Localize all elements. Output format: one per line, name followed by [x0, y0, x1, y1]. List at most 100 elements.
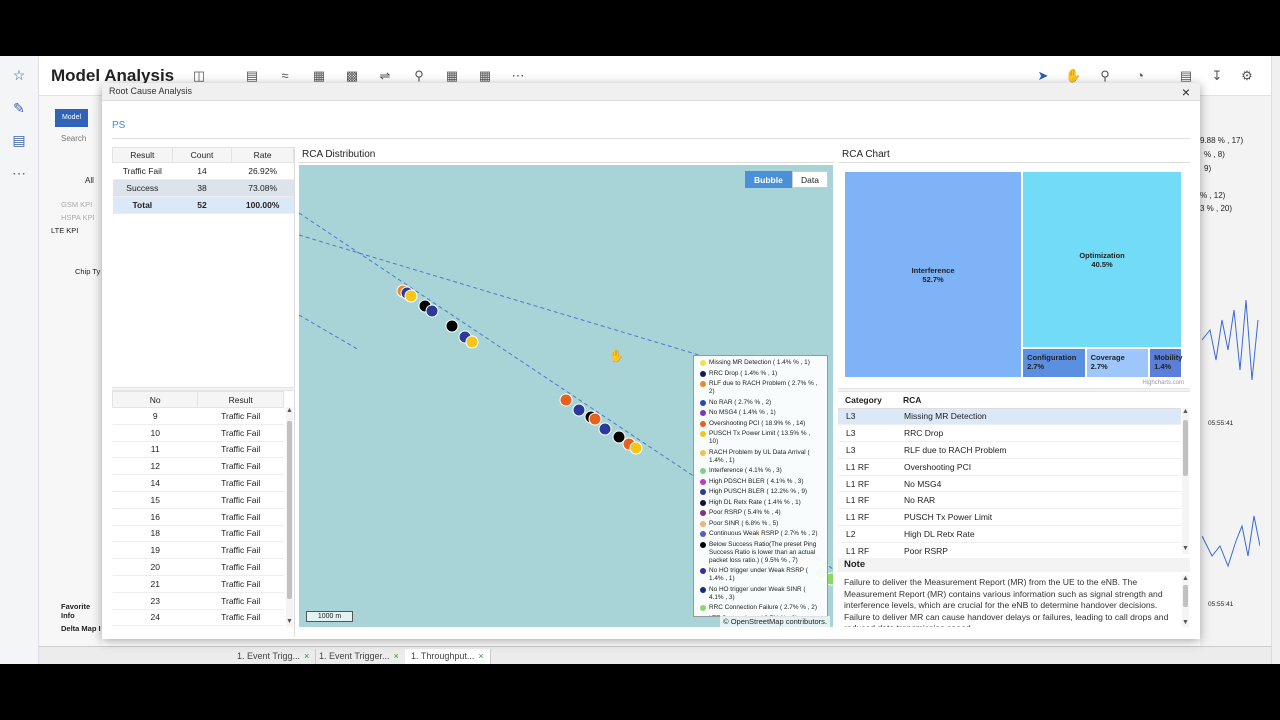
- column-header[interactable]: Category: [838, 393, 896, 409]
- legend-item[interactable]: Poor SINR ( 6.8% % , 5): [700, 520, 821, 528]
- table-icon[interactable]: ▦: [444, 68, 460, 84]
- legend-item[interactable]: Below Success Ratio(The preset Ping Succ…: [700, 541, 821, 565]
- column-header[interactable]: Count: [171, 147, 233, 163]
- tree-item[interactable]: GSM KPI: [61, 200, 92, 209]
- cursor-icon[interactable]: ➤: [1035, 68, 1051, 84]
- list-row[interactable]: 11 Traffic Fail: [112, 441, 284, 459]
- rca-row[interactable]: L1 RF No MSG4: [838, 475, 1181, 493]
- zoom-icon[interactable]: ⚲: [1097, 68, 1113, 84]
- table-row[interactable]: Traffic Fail 14 26.92%: [112, 162, 294, 180]
- tree-item[interactable]: LTE KPI: [51, 226, 78, 235]
- tab-event-trigger-2[interactable]: 1. Event Trigger... ×: [313, 649, 406, 664]
- column-header[interactable]: No: [111, 391, 199, 408]
- rca-row[interactable]: L3 Missing MR Detection: [838, 408, 1181, 426]
- legend-item[interactable]: Interference ( 4.1% % , 3): [700, 467, 821, 475]
- shuffle-icon[interactable]: ⇌: [377, 68, 393, 84]
- tab-ps[interactable]: PS: [112, 120, 125, 131]
- more-icon[interactable]: ⋯: [510, 68, 526, 84]
- scroll-thumb[interactable]: [287, 421, 292, 599]
- scroll-up-icon[interactable]: ▲: [1182, 575, 1189, 582]
- list-row[interactable]: 15 Traffic Fail: [112, 491, 284, 509]
- legend-item[interactable]: Overshooting PCI ( 18.9% % , 14): [700, 420, 821, 428]
- pie-icon[interactable]: ◔: [1132, 68, 1148, 84]
- list-row[interactable]: 10 Traffic Fail: [112, 424, 284, 442]
- data-button[interactable]: Data: [792, 171, 828, 188]
- column-header[interactable]: Result: [197, 391, 284, 408]
- scroll-up-icon[interactable]: ▲: [1182, 408, 1189, 415]
- map-attribution[interactable]: © OpenStreetMap contributors.: [720, 616, 830, 627]
- list-row[interactable]: 16 Traffic Fail: [112, 508, 284, 526]
- rca-row[interactable]: L1 RF Poor RSRP: [838, 542, 1181, 560]
- window-scrollbar[interactable]: [1271, 56, 1280, 664]
- list-row[interactable]: 20 Traffic Fail: [112, 558, 284, 576]
- legend-item[interactable]: PUSCH Tx Power Limit ( 13.5% % , 10): [700, 430, 821, 446]
- legend-item[interactable]: RRC Connection Failure ( 2.7% % , 2): [700, 604, 821, 612]
- list-row[interactable]: 21 Traffic Fail: [112, 575, 284, 593]
- list-row[interactable]: 18 Traffic Fail: [112, 525, 284, 543]
- legend-item[interactable]: No HO trigger under Weak RSRP ( 1.4% , 1…: [700, 567, 821, 583]
- rca-row[interactable]: L3 RLF due to RACH Problem: [838, 441, 1181, 459]
- rca-row[interactable]: L1 RF No RAR: [838, 491, 1181, 510]
- legend-item[interactable]: High PDSCH BLER ( 4.1% % , 3): [700, 478, 821, 486]
- legend-item[interactable]: Continuous Weak RSRP ( 2.7% % , 2): [700, 530, 821, 538]
- tree-item[interactable]: HSPA KPI: [61, 213, 95, 222]
- rca-row[interactable]: L1 RF Overshooting PCI: [838, 458, 1181, 476]
- treemap-cell-coverage[interactable]: Coverage 2.7%: [1085, 348, 1150, 378]
- list-row[interactable]: 9 Traffic Fail: [112, 407, 284, 425]
- list-scrollbar[interactable]: ▲ ▼: [286, 407, 293, 627]
- network-icon[interactable]: ⚲: [411, 68, 427, 84]
- chart-icon[interactable]: ≈: [277, 68, 293, 84]
- legend-item[interactable]: Poor RSRP ( 5.4% % , 4): [700, 509, 821, 517]
- delta-map[interactable]: Delta Map I: [61, 624, 101, 633]
- splitter[interactable]: [838, 388, 1190, 392]
- note-scrollbar[interactable]: ▲ ▼: [1182, 575, 1189, 627]
- bubble-button[interactable]: Bubble: [745, 171, 792, 188]
- treemap-cell-optimization[interactable]: Optimization 40.5%: [1022, 171, 1182, 348]
- more-icon[interactable]: ⋯: [10, 164, 28, 182]
- rca-row[interactable]: L2 High DL Retx Rate: [838, 525, 1181, 543]
- legend-item[interactable]: No MSG4 ( 1.4% % , 1): [700, 409, 821, 417]
- column-header[interactable]: Rate: [231, 147, 294, 163]
- tree-item[interactable]: Chip Ty: [75, 267, 100, 276]
- legend-item[interactable]: RLF due to RACH Problem ( 2.7% % , 2): [700, 380, 821, 396]
- grid-icon[interactable]: ▦: [477, 68, 493, 84]
- favorite-info[interactable]: Favorite Info: [61, 602, 102, 620]
- rca-row[interactable]: L3 RRC Drop: [838, 424, 1181, 443]
- tab-event-trigger-1[interactable]: 1. Event Trigg... ×: [231, 649, 317, 664]
- scroll-thumb[interactable]: [1183, 420, 1188, 476]
- legend-item[interactable]: High DL Retx Rate ( 1.4% % , 1): [700, 499, 821, 507]
- table-row-total[interactable]: Total 52 100.00%: [112, 196, 294, 214]
- legend-item[interactable]: Missing MR Detection ( 1.4% % , 1): [700, 359, 821, 367]
- edit-icon[interactable]: ✎: [10, 99, 28, 117]
- panel-icon[interactable]: ◫: [191, 68, 207, 84]
- download-icon[interactable]: ↧: [1209, 68, 1225, 84]
- document-icon[interactable]: ▤: [244, 68, 260, 84]
- legend-item[interactable]: No RAR ( 2.7% % , 2): [700, 399, 821, 407]
- scroll-up-icon[interactable]: ▲: [286, 407, 293, 414]
- logo-icon[interactable]: ☆: [10, 66, 28, 84]
- column-header[interactable]: RCA: [896, 393, 1181, 409]
- hand-icon[interactable]: ✋: [1065, 68, 1081, 84]
- calendar-icon[interactable]: ▤: [10, 131, 28, 149]
- close-button[interactable]: ×: [1182, 84, 1190, 100]
- list-row[interactable]: 19 Traffic Fail: [112, 541, 284, 560]
- list-row[interactable]: 23 Traffic Fail: [112, 592, 284, 610]
- analysis-icon[interactable]: ▩: [344, 68, 360, 84]
- scroll-down-icon[interactable]: ▼: [286, 618, 293, 625]
- table-row[interactable]: Success 38 73.08%: [112, 179, 294, 197]
- model-button[interactable]: Model: [55, 109, 88, 127]
- device-icon[interactable]: ▤: [1178, 68, 1194, 84]
- column-header[interactable]: Result: [112, 147, 173, 163]
- legend-item[interactable]: RRC Drop ( 1.4% % , 1): [700, 370, 821, 378]
- gear-icon[interactable]: ⚙: [1239, 68, 1255, 84]
- treemap-cell-mobility[interactable]: Mobility 1.4%: [1149, 348, 1182, 378]
- list-row[interactable]: 24 Traffic Fail: [112, 609, 284, 627]
- legend-item[interactable]: RACH Problem by UL Data Arrival ( 1.4% ,…: [700, 449, 821, 465]
- treemap-cell-configuration[interactable]: Configuration 2.7%: [1022, 348, 1086, 378]
- scroll-down-icon[interactable]: ▼: [1182, 619, 1189, 626]
- tab-throughput[interactable]: 1. Throughput... ×: [405, 649, 491, 664]
- highcharts-credit[interactable]: Highcharts.com: [1142, 380, 1184, 386]
- legend-item[interactable]: High PUSCH BLER ( 12.2% % , 9): [700, 488, 821, 496]
- legend-item[interactable]: No HO trigger under Weak SINR ( 4.1% , 3…: [700, 586, 821, 602]
- layout-icon[interactable]: ▦: [311, 68, 327, 84]
